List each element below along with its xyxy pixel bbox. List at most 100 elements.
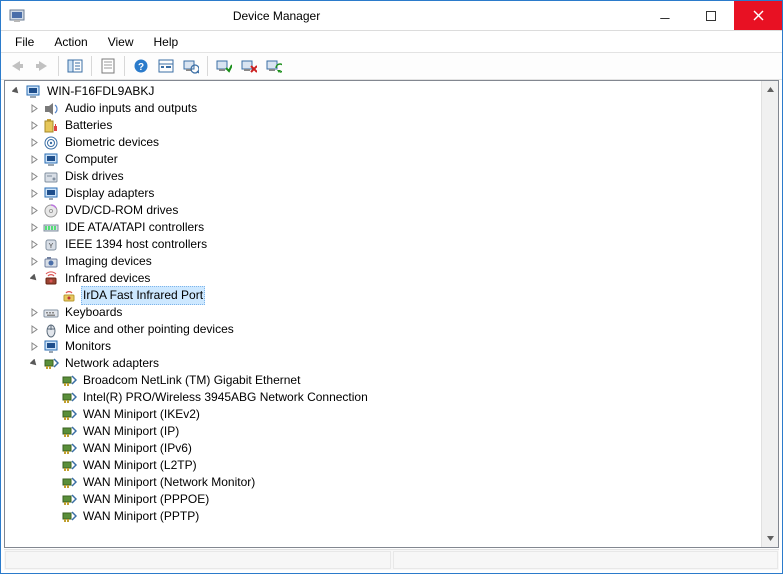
tree-item[interactable]: Batteries: [7, 117, 761, 134]
tree-item[interactable]: DVD/CD-ROM drives: [7, 202, 761, 219]
expander-open-icon[interactable]: [29, 273, 40, 284]
scroll-thumb[interactable]: [762, 98, 778, 530]
toolbar-separator: [124, 56, 125, 76]
svg-text:Y: Y: [49, 243, 54, 250]
toolbar: ?: [1, 52, 782, 80]
menu-file[interactable]: File: [5, 33, 44, 51]
expander-closed-icon[interactable]: [29, 120, 40, 131]
help-button[interactable]: ?: [129, 54, 153, 78]
tree-item[interactable]: Mice and other pointing devices: [7, 321, 761, 338]
titlebar[interactable]: Device Manager _: [1, 1, 782, 31]
tree-item[interactable]: Broadcom NetLink (TM) Gigabit Ethernet: [7, 372, 761, 389]
tree-item[interactable]: Audio inputs and outputs: [7, 100, 761, 117]
enable-device-button[interactable]: [212, 54, 236, 78]
forward-button[interactable]: [30, 54, 54, 78]
tree-item[interactable]: WAN Miniport (PPTP): [7, 508, 761, 525]
tree-item[interactable]: WAN Miniport (IKEv2): [7, 406, 761, 423]
minimize-button[interactable]: _: [642, 1, 688, 30]
vertical-scrollbar[interactable]: [761, 81, 778, 547]
network-adapter-icon: [61, 475, 77, 491]
expander-closed-icon[interactable]: [29, 137, 40, 148]
statusbar: [4, 549, 779, 570]
tree-item[interactable]: WIN-F16FDL9ABKJ: [7, 83, 761, 100]
window-title: Device Manager: [31, 9, 642, 23]
audio-icon: [43, 101, 59, 117]
expander-closed-icon[interactable]: [29, 154, 40, 165]
tree-item[interactable]: IrDA Fast Infrared Port: [7, 287, 761, 304]
scroll-down-arrow[interactable]: [762, 530, 778, 547]
expander-closed-icon[interactable]: [29, 341, 40, 352]
tree-item-label: Disk drives: [63, 168, 126, 185]
expander-closed-icon[interactable]: [29, 256, 40, 267]
show-hide-tree-button[interactable]: [63, 54, 87, 78]
imaging-icon: [43, 254, 59, 270]
expander-closed-icon[interactable]: [29, 239, 40, 250]
expander-closed-icon[interactable]: [29, 103, 40, 114]
tree-item[interactable]: Biometric devices: [7, 134, 761, 151]
tree-item-label: Intel(R) PRO/Wireless 3945ABG Network Co…: [81, 389, 370, 406]
uninstall-device-button[interactable]: [237, 54, 261, 78]
tree-item-label: WAN Miniport (L2TP): [81, 457, 199, 474]
tree-item[interactable]: Intel(R) PRO/Wireless 3945ABG Network Co…: [7, 389, 761, 406]
tree-item[interactable]: Infrared devices: [7, 270, 761, 287]
toolbar-separator: [207, 56, 208, 76]
toolbar-separator: [58, 56, 59, 76]
tree-item[interactable]: Computer: [7, 151, 761, 168]
tree-item[interactable]: Y IEEE 1394 host controllers: [7, 236, 761, 253]
expander-none: [47, 392, 58, 403]
tree-item[interactable]: WAN Miniport (Network Monitor): [7, 474, 761, 491]
tree-item-label: Monitors: [63, 338, 113, 355]
tree-item[interactable]: WAN Miniport (L2TP): [7, 457, 761, 474]
svg-text:?: ?: [138, 62, 144, 73]
device-tree[interactable]: WIN-F16FDL9ABKJAudio inputs and outputsB…: [5, 81, 761, 547]
network-icon: [43, 356, 59, 372]
update-driver-button[interactable]: [262, 54, 286, 78]
expander-none: [47, 409, 58, 420]
properties-button[interactable]: [96, 54, 120, 78]
network-adapter-icon: [61, 458, 77, 474]
firewire-icon: Y: [43, 237, 59, 253]
tree-item[interactable]: WAN Miniport (PPPOE): [7, 491, 761, 508]
close-button[interactable]: [734, 1, 782, 30]
expander-open-icon[interactable]: [29, 358, 40, 369]
network-adapter-icon: [61, 407, 77, 423]
tree-item[interactable]: WAN Miniport (IP): [7, 423, 761, 440]
expander-closed-icon[interactable]: [29, 205, 40, 216]
menu-view[interactable]: View: [98, 33, 144, 51]
tree-item[interactable]: Imaging devices: [7, 253, 761, 270]
action-tree-button[interactable]: [154, 54, 178, 78]
tree-item-label: Audio inputs and outputs: [63, 100, 199, 117]
menu-action[interactable]: Action: [44, 33, 97, 51]
scan-hardware-button[interactable]: [179, 54, 203, 78]
menu-help[interactable]: Help: [144, 33, 189, 51]
expander-open-icon[interactable]: [11, 86, 22, 97]
tree-item-label: Imaging devices: [63, 253, 154, 270]
expander-closed-icon[interactable]: [29, 222, 40, 233]
tree-item[interactable]: Disk drives: [7, 168, 761, 185]
tree-item-label: IEEE 1394 host controllers: [63, 236, 209, 253]
back-button[interactable]: [5, 54, 29, 78]
tree-item-label: Broadcom NetLink (TM) Gigabit Ethernet: [81, 372, 302, 389]
tree-item[interactable]: IDE ATA/ATAPI controllers: [7, 219, 761, 236]
expander-closed-icon[interactable]: [29, 324, 40, 335]
expander-closed-icon[interactable]: [29, 307, 40, 318]
tree-item[interactable]: Monitors: [7, 338, 761, 355]
tree-item[interactable]: WAN Miniport (IPv6): [7, 440, 761, 457]
tree-item[interactable]: Keyboards: [7, 304, 761, 321]
scroll-up-arrow[interactable]: [762, 81, 778, 98]
maximize-button[interactable]: [688, 1, 734, 30]
disk-icon: [43, 169, 59, 185]
tree-item-label: IDE ATA/ATAPI controllers: [63, 219, 206, 236]
tree-item[interactable]: Display adapters: [7, 185, 761, 202]
tree-item[interactable]: Network adapters: [7, 355, 761, 372]
tree-item-label: WAN Miniport (IP): [81, 423, 181, 440]
infrared-icon: [43, 271, 59, 287]
expander-closed-icon[interactable]: [29, 171, 40, 182]
tree-item-label: DVD/CD-ROM drives: [63, 202, 180, 219]
network-adapter-icon: [61, 441, 77, 457]
expander-closed-icon[interactable]: [29, 188, 40, 199]
expander-none: [47, 511, 58, 522]
tree-item-label: Biometric devices: [63, 134, 161, 151]
expander-none: [47, 477, 58, 488]
expander-none: [47, 290, 58, 301]
